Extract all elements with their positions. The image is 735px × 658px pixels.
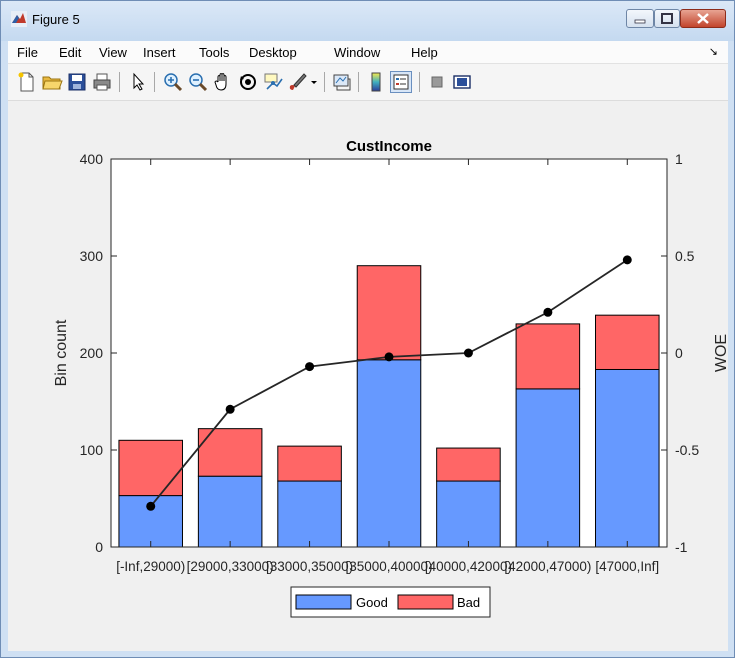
chart-title: CustIncome [346, 138, 432, 155]
menu-window[interactable]: Window [334, 45, 380, 60]
x-tick-label: [33000,35000) [266, 559, 353, 574]
menu-desktop[interactable]: Desktop [249, 45, 297, 60]
legend-label-good: Good [356, 595, 388, 610]
chart-svg: 0 100 200 300 400 -1 -0.5 0 0.5 1 [-Inf,29000) [290… [53, 138, 730, 618]
menu-help[interactable]: Help [411, 45, 438, 60]
brush-dropdown-icon[interactable] [308, 71, 320, 93]
open-file-icon[interactable] [41, 71, 63, 93]
x-tick-label: [47000,Inf] [595, 559, 659, 574]
save-icon[interactable] [66, 71, 88, 93]
menu-tools[interactable]: Tools [199, 45, 229, 60]
minimize-button[interactable] [626, 9, 654, 28]
print-icon[interactable] [91, 71, 113, 93]
figure-client: File Edit View Insert Tools Desktop Wind… [8, 41, 730, 651]
maximize-icon [661, 13, 673, 24]
menu-edit[interactable]: Edit [59, 45, 81, 60]
bar-bad-6 [595, 314, 660, 370]
x-tick-label: [29000,33000) [187, 559, 274, 574]
zoom-in-icon[interactable] [162, 71, 184, 93]
y-right-tick-label: 0.5 [675, 248, 695, 264]
x-tick-label: [-Inf,29000) [116, 559, 185, 574]
toolbar-separator [358, 72, 359, 92]
y-tick-label: 300 [80, 248, 104, 264]
woe-point-2 [305, 362, 315, 372]
close-icon [697, 13, 709, 24]
colorbar-icon[interactable] [365, 71, 387, 93]
toolbar-separator [419, 72, 420, 92]
pointer-icon[interactable] [127, 71, 149, 93]
menu-dock-arrow-icon[interactable]: ↘ [709, 45, 718, 58]
bar-good-5 [515, 388, 581, 548]
legend-icon[interactable] [390, 71, 412, 93]
hide-plot-tools-icon[interactable] [426, 71, 448, 93]
bar-good-1 [197, 475, 263, 548]
bar-bad-4 [436, 447, 501, 482]
toolbar-separator [154, 72, 155, 92]
bar-good-2 [277, 480, 342, 548]
menu-view[interactable]: View [99, 45, 127, 60]
y-right-axis-label: WOE [713, 334, 728, 372]
bar-bad-0 [118, 439, 183, 497]
bar-bad-3 [356, 265, 422, 361]
data-cursor-icon[interactable] [262, 71, 284, 93]
figure-window: Figure 5 File Edit View Insert Tools Des… [0, 0, 735, 658]
woe-point-5 [543, 307, 553, 317]
woe-point-4 [463, 348, 473, 358]
x-tick-label: [35000,40000) [345, 559, 432, 574]
y-tick-label: 0 [95, 539, 103, 555]
bar-good-6 [595, 368, 660, 548]
woe-point-0 [146, 501, 156, 511]
y-tick-label: 400 [80, 151, 104, 167]
bar-bad-5 [515, 323, 581, 390]
close-button[interactable] [680, 9, 726, 28]
woe-point-3 [384, 352, 394, 362]
bar-bad-2 [277, 445, 342, 482]
menu-insert[interactable]: Insert [143, 45, 176, 60]
rotate-3d-icon[interactable] [237, 71, 259, 93]
y-right-tick-label: 0 [675, 345, 683, 361]
window-title: Figure 5 [32, 12, 80, 27]
menu-bar: File Edit View Insert Tools Desktop Wind… [8, 41, 728, 64]
pan-icon[interactable] [212, 71, 234, 93]
legend-swatch-good [295, 594, 352, 610]
woe-point-1 [225, 404, 235, 414]
legend-swatch-bad [397, 594, 454, 610]
x-tick-label: [42000,47000) [504, 559, 591, 574]
y-right-tick-label: -1 [675, 539, 688, 555]
woe-point-6 [622, 255, 632, 265]
minimize-icon [634, 19, 646, 24]
y-right-tick-label: 1 [675, 151, 683, 167]
title-bar[interactable]: Figure 5 [1, 1, 734, 41]
maximize-button[interactable] [654, 9, 680, 28]
bar-good-4 [436, 480, 501, 548]
toolbar-separator [119, 72, 120, 92]
matlab-icon [11, 11, 27, 27]
new-figure-icon[interactable] [16, 71, 38, 93]
toolbar [8, 64, 728, 101]
figure-canvas[interactable]: 0 100 200 300 400 -1 -0.5 0 0.5 1 [-Inf,29000) [290… [8, 101, 730, 651]
zoom-out-icon[interactable] [187, 71, 209, 93]
y-right-tick-label: -0.5 [675, 442, 699, 458]
legend-label-bad: Bad [457, 595, 480, 610]
link-plot-icon[interactable] [331, 71, 353, 93]
toolbar-separator [324, 72, 325, 92]
menu-file[interactable]: File [17, 45, 38, 60]
y-tick-label: 100 [80, 442, 104, 458]
show-plot-tools-icon[interactable] [451, 71, 473, 93]
y-axis-label: Bin count [53, 319, 70, 386]
y-tick-label: 200 [80, 345, 104, 361]
x-tick-label: [40000,42000) [425, 559, 512, 574]
brush-icon[interactable] [287, 71, 309, 93]
bar-good-3 [356, 359, 422, 548]
